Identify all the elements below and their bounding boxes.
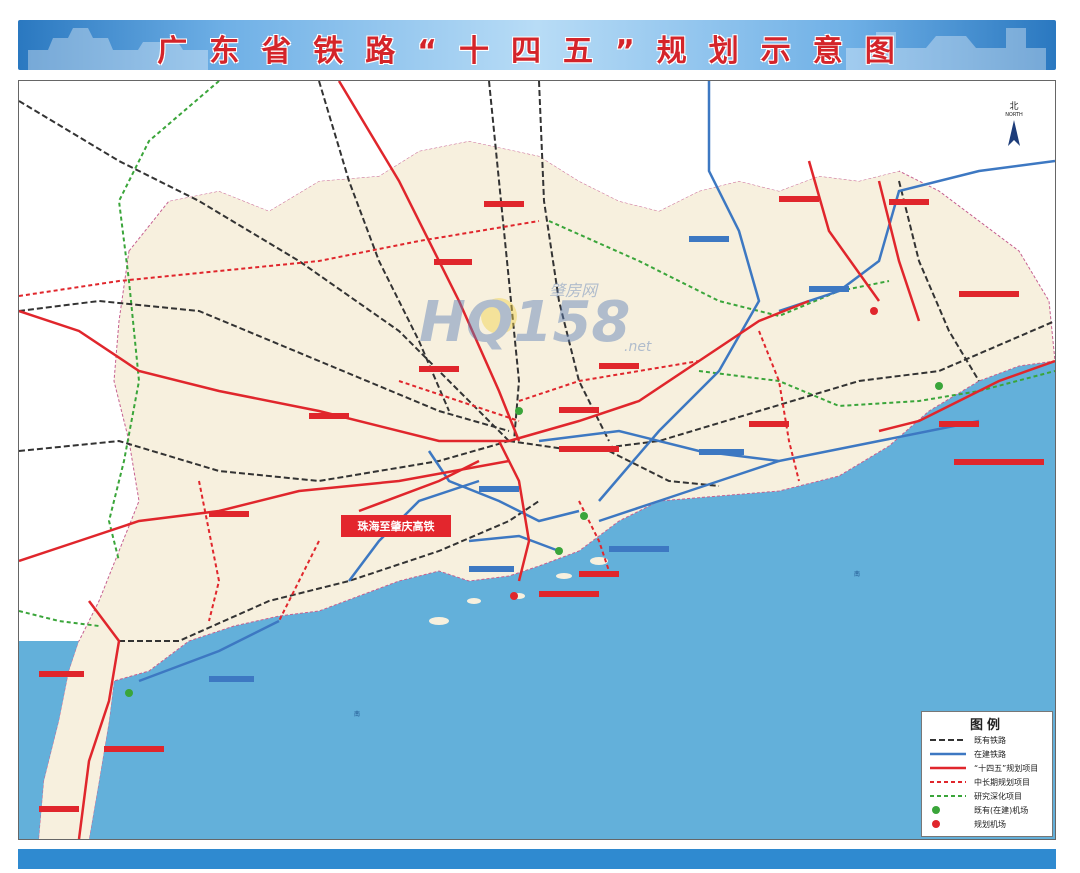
legend: 图例 既有铁路 在建铁路 “十四五”规划项目 中长期规划项目 研究深化项目 既有… [921,711,1053,837]
longterm-line-icon [930,781,966,783]
watermark-suffix: .net [624,339,652,355]
watermark-brand: 肇房网 [549,281,599,300]
plan14-line-icon [930,766,966,770]
watermark-logo: HQ158 [419,290,630,355]
zhuhai-zhaoqing-label[interactable]: 珠海至肇庆高铁 [341,515,451,537]
legend-item: “十四五”规划项目 [922,761,1052,775]
north-arrow-icon [1008,120,1020,146]
map-frame[interactable]: 南 南 HQ158 肇房网 .net 珠海至肇庆高铁 北 NORTH 图例 既有… [18,80,1056,840]
legend-item: 既有铁路 [922,733,1052,747]
legend-item: 中长期规划项目 [922,775,1052,789]
legend-item: 研究深化项目 [922,789,1052,803]
legend-label: “十四五”规划项目 [974,763,1039,773]
legend-label: 既有铁路 [974,735,1006,745]
research-line-icon [930,795,966,797]
legend-item: 规划机场 [922,817,1052,831]
compass-cn: 北 [1009,102,1019,112]
island [429,617,449,625]
island [467,598,481,604]
compass: 北 NORTH [999,99,1029,159]
airport-existing-icon [932,806,940,814]
legend-label: 既有(在建)机场 [974,805,1029,815]
legend-item: 在建铁路 [922,747,1052,761]
legend-label: 中长期规划项目 [974,777,1030,787]
sea-label: 南 [854,570,860,578]
legend-label: 研究深化项目 [974,791,1022,801]
page-title: 广东省铁路“十四五”规划示意图 [157,34,917,69]
construction-line-icon [930,752,966,756]
legend-label: 规划机场 [974,819,1006,829]
legend-item: 既有(在建)机场 [922,803,1052,817]
legend-label: 在建铁路 [974,749,1006,759]
title-banner: 广东省铁路“十四五”规划示意图 [18,20,1056,70]
airport-planned-icon [932,820,940,828]
watermark-logo-icon: HQ158 肇房网 .net [419,281,652,355]
island [556,573,572,579]
sea-label: 南 [354,710,360,718]
research-line [19,610,100,627]
watermark: HQ158 肇房网 .net [409,271,669,371]
existing-line-icon [930,739,966,741]
railway-map[interactable]: 南 南 [19,81,1055,839]
bottom-bar [18,849,1056,869]
legend-title: 图例 [969,718,1004,733]
